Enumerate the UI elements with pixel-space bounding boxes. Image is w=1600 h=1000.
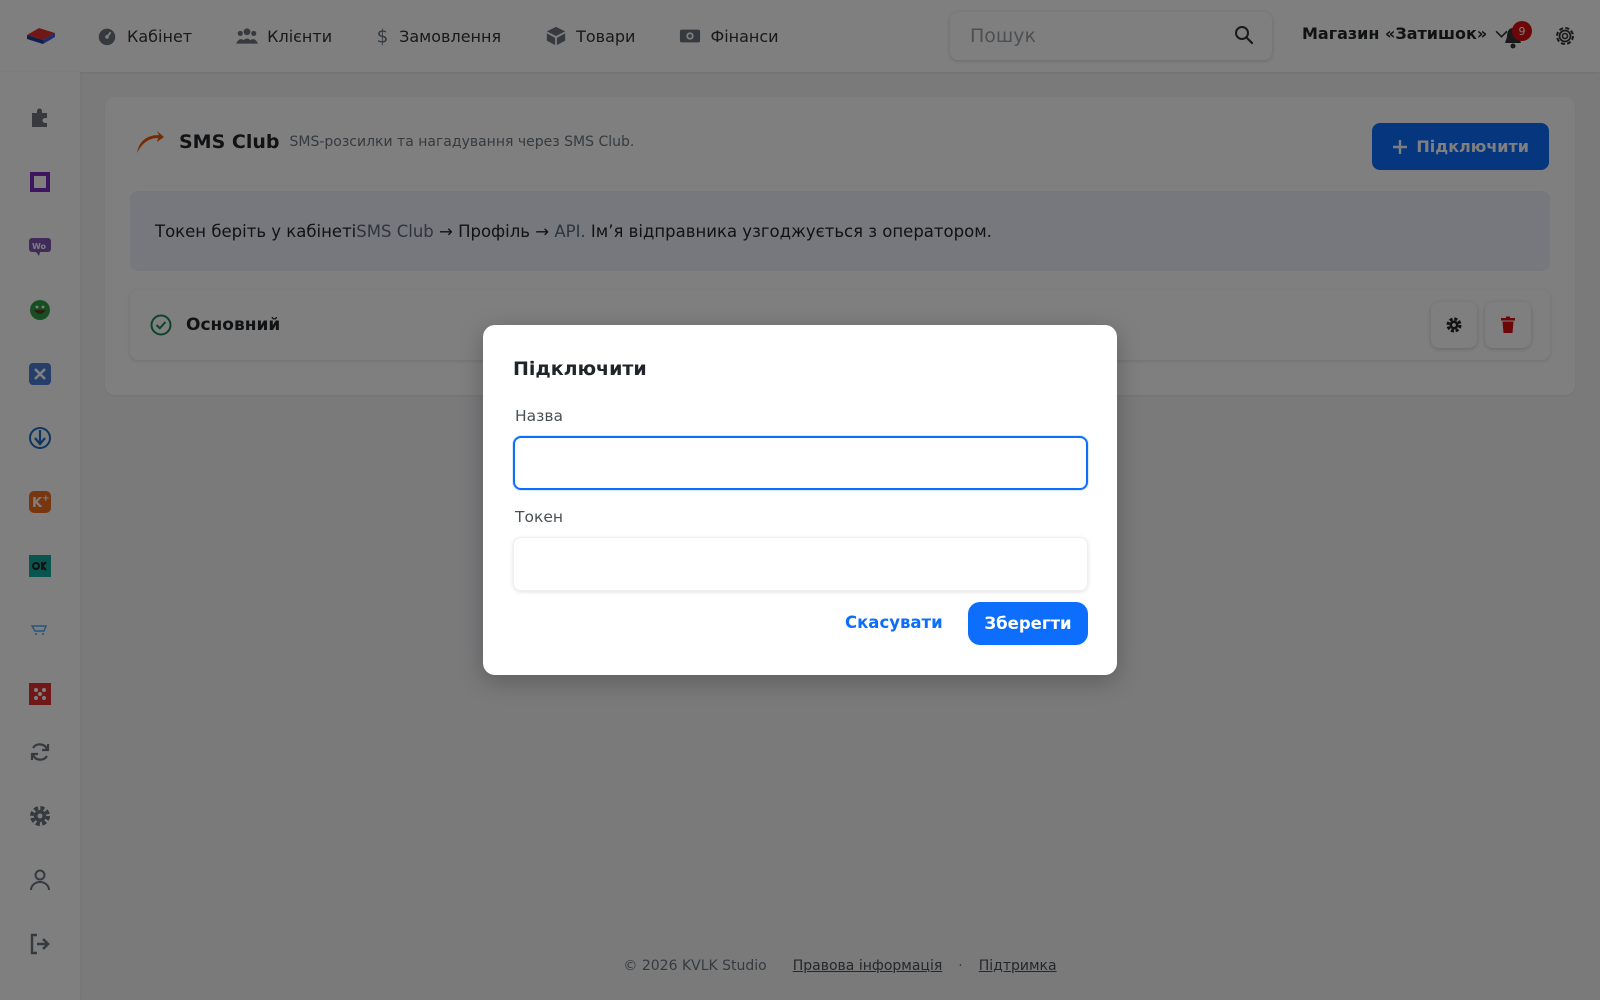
connect-modal: Підключити Назва Токен Скасувати Зберегт… (483, 325, 1117, 675)
name-input[interactable] (513, 436, 1088, 490)
token-field-label: Токен (515, 508, 563, 526)
cancel-button[interactable]: Скасувати (845, 613, 943, 632)
modal-title: Підключити (513, 358, 647, 380)
name-field-label: Назва (515, 407, 564, 425)
save-button[interactable]: Зберегти (968, 602, 1088, 645)
token-input[interactable] (513, 537, 1088, 591)
